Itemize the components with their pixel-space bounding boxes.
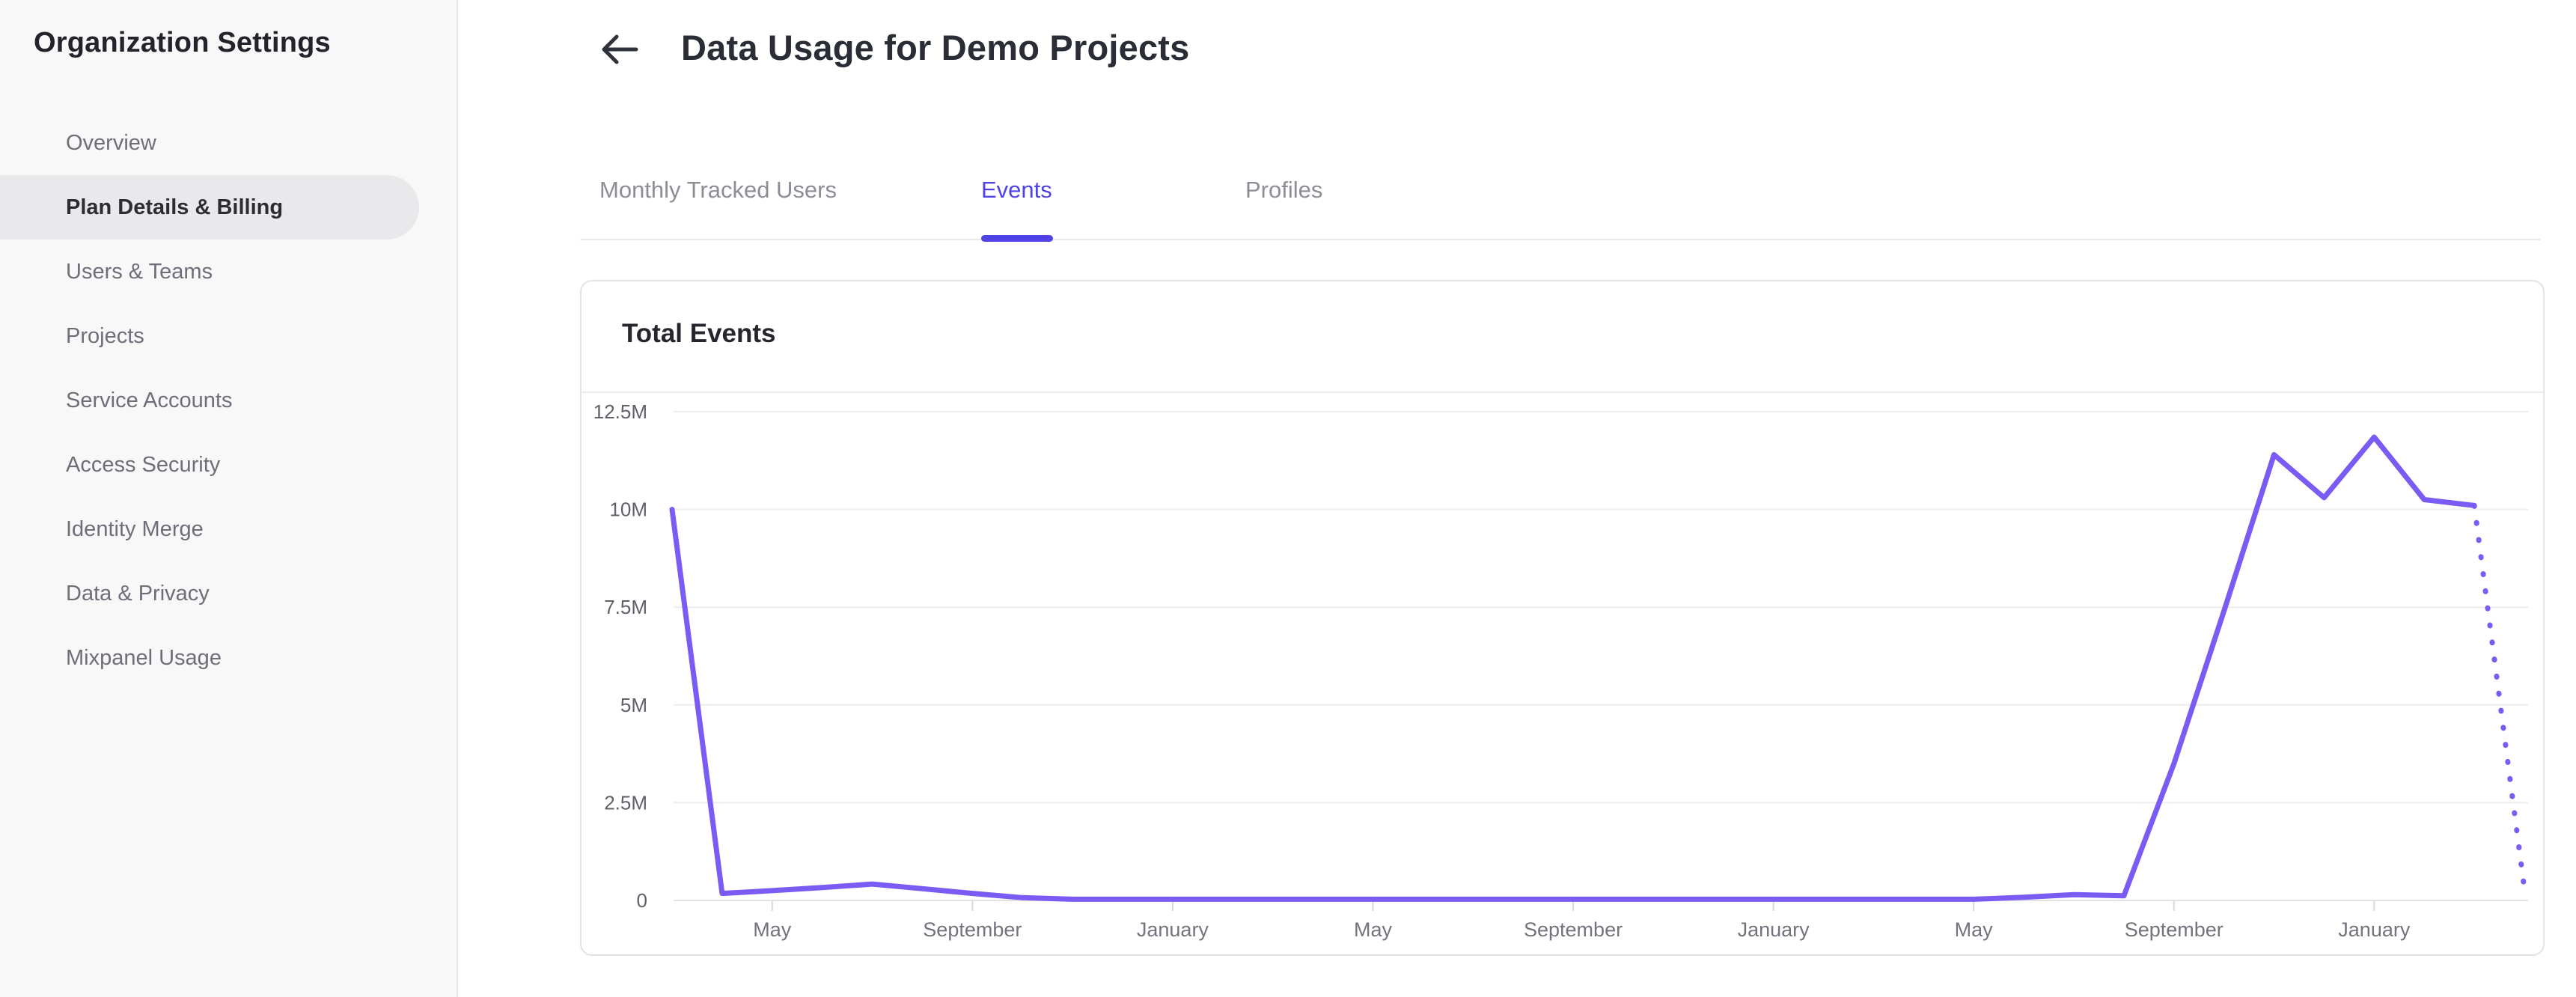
sidebar-item-service-accounts[interactable]: Service Accounts	[0, 368, 419, 433]
x-axis-label-september-4: September	[1524, 918, 1623, 941]
sidebar-item-identity-merge[interactable]: Identity Merge	[0, 497, 419, 561]
sidebar-item-users-teams[interactable]: Users & Teams	[0, 240, 419, 304]
x-axis-label-january-2: January	[1137, 918, 1209, 941]
y-axis-label-5M: 5M	[620, 694, 647, 716]
x-axis-label-may-6: May	[1955, 918, 1994, 941]
chart-area: 0 2.5M 5M 7.5M 10M 12.5M May September January Ma…	[582, 393, 2543, 953]
card-header: Total Events	[582, 281, 2543, 393]
tabs-bar: Monthly Tracked Users Events Profiles	[580, 160, 2540, 242]
sidebar-item-mixpanel-usage[interactable]: Mixpanel Usage	[0, 626, 419, 690]
sidebar-title: Organization Settings	[34, 27, 331, 58]
chart-title: Total Events	[622, 319, 776, 348]
tab-profiles[interactable]: Profiles	[1245, 168, 1322, 213]
y-axis-label-10M: 10M	[609, 498, 647, 521]
tab-events[interactable]: Events	[981, 168, 1052, 213]
y-axis-label-0: 0	[637, 889, 647, 912]
x-axis-label-september-1: September	[923, 918, 1022, 941]
sidebar-item-plan-details-billing[interactable]: Plan Details & Billing	[0, 175, 419, 240]
x-axis-label-january-5: January	[1738, 918, 1810, 941]
active-tab-indicator	[981, 235, 1053, 242]
y-axis-label-7.5M: 7.5M	[604, 596, 647, 618]
tab-monthly-tracked-users[interactable]: Monthly Tracked Users	[599, 168, 837, 213]
left-arrow-icon	[602, 34, 638, 64]
page-title: Data Usage for Demo Projects	[681, 28, 1190, 67]
x-axis-label-may-0: May	[753, 918, 792, 941]
total-events-line-chart[interactable]: 0 2.5M 5M 7.5M 10M 12.5M May September January Ma…	[582, 393, 2543, 953]
sidebar-item-data-privacy[interactable]: Data & Privacy	[0, 561, 419, 626]
x-axis-label-september-7: September	[2125, 918, 2224, 941]
y-axis-label-2.5M: 2.5M	[604, 791, 647, 814]
app-root: Organization Settings Overview Plan Detai…	[0, 0, 2576, 997]
x-axis-label-may-3: May	[1354, 918, 1393, 941]
total-events-card: Total Events 0 2.5M 5M 7.5M 10M 12.5M May Septe…	[580, 280, 2545, 956]
sidebar: Organization Settings Overview Plan Detai…	[0, 0, 458, 997]
back-button[interactable]	[596, 25, 644, 73]
sidebar-nav: Overview Plan Details & Billing Users & Te…	[0, 111, 458, 690]
y-axis-label-12.5M: 12.5M	[593, 400, 647, 423]
sidebar-item-access-security[interactable]: Access Security	[0, 433, 419, 497]
total-events-line-solid	[669, 434, 2477, 902]
sidebar-item-overview[interactable]: Overview	[0, 111, 419, 175]
total-events-line-projected-dotted	[2471, 502, 2527, 891]
sidebar-item-projects[interactable]: Projects	[0, 304, 419, 368]
x-axis-label-january-8: January	[2338, 918, 2411, 941]
